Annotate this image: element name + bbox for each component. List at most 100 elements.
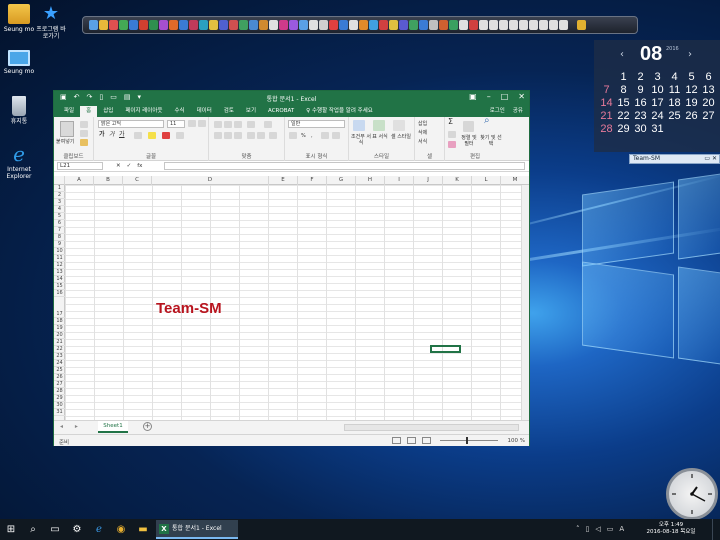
format-as-table-button[interactable]: 표 서식: [371, 134, 389, 140]
horizontal-scrollbar[interactable]: [344, 424, 519, 431]
grow-font-icon[interactable]: [188, 120, 196, 127]
column-header[interactable]: K: [443, 176, 472, 185]
tray-overflow-icon[interactable]: ˄: [576, 525, 580, 533]
format-cells-button[interactable]: 서식: [418, 139, 427, 145]
launcher-app-icon[interactable]: [119, 20, 128, 30]
name-box[interactable]: L21: [57, 162, 103, 170]
column-header[interactable]: H: [356, 176, 385, 185]
ribbon-display-icon[interactable]: ▣: [469, 92, 477, 101]
next-month-icon[interactable]: ›: [688, 49, 692, 60]
phonetic-icon[interactable]: [176, 132, 184, 139]
launcher-app-icon[interactable]: [389, 20, 398, 30]
row-header[interactable]: 23: [54, 353, 65, 360]
bold-icon[interactable]: 가: [99, 132, 105, 138]
calendar-day[interactable]: 24: [649, 109, 666, 122]
orientation-icon[interactable]: [247, 121, 255, 128]
launcher-app-icon[interactable]: [399, 20, 408, 30]
shrink-font-icon[interactable]: [198, 120, 206, 127]
launcher-app-icon[interactable]: [577, 20, 586, 30]
team-sm-cell-text[interactable]: Team-SM: [156, 300, 222, 317]
calendar-day[interactable]: [666, 122, 683, 135]
row-header[interactable]: 4: [54, 206, 65, 213]
tab-file[interactable]: 파일: [58, 106, 80, 117]
file-explorer-icon[interactable]: ▬: [136, 523, 150, 536]
clear-icon[interactable]: [448, 141, 456, 148]
launcher-app-icon[interactable]: [139, 20, 148, 30]
calendar-day[interactable]: 15: [615, 96, 632, 109]
accounting-format-icon[interactable]: [289, 132, 297, 139]
zoom-slider[interactable]: [434, 437, 504, 444]
paste-button[interactable]: 붙여넣기: [56, 139, 74, 145]
row-header[interactable]: 6: [54, 220, 65, 227]
calendar-day[interactable]: 27: [700, 109, 717, 122]
launcher-app-icon[interactable]: [439, 20, 448, 30]
row-header[interactable]: 2: [54, 192, 65, 199]
sheet-nav-arrows[interactable]: ◂ ▸: [60, 423, 83, 430]
ime-indicator[interactable]: A: [619, 525, 624, 533]
row-header[interactable]: 20: [54, 332, 65, 339]
desktop-icon-ie[interactable]: e Internet Explorer: [2, 144, 36, 180]
launcher-app-icon[interactable]: [459, 20, 468, 30]
row-header[interactable]: 12: [54, 262, 65, 269]
column-header[interactable]: J: [414, 176, 443, 185]
launcher-app-icon[interactable]: [269, 20, 278, 30]
copy-icon[interactable]: [80, 130, 88, 137]
settings-gear-icon[interactable]: ⚙: [70, 523, 84, 536]
page-break-view-icon[interactable]: [422, 437, 431, 444]
network-icon[interactable]: ▯: [586, 525, 590, 533]
column-header[interactable]: F: [298, 176, 327, 185]
sort-filter-icon[interactable]: [463, 121, 474, 132]
calendar-day[interactable]: 30: [632, 122, 649, 135]
column-header[interactable]: E: [269, 176, 298, 185]
launcher-app-icon[interactable]: [149, 20, 158, 30]
calendar-day[interactable]: 1: [615, 70, 632, 83]
taskbar-clock[interactable]: 오후 1:49 2016-08-18 목요일: [640, 522, 702, 536]
normal-view-icon[interactable]: [392, 437, 401, 444]
tab-data[interactable]: 데이터: [191, 106, 218, 117]
launcher-app-icon[interactable]: [359, 20, 368, 30]
row-header[interactable]: 16: [54, 290, 65, 297]
row-header[interactable]: 11: [54, 255, 65, 262]
calendar-day[interactable]: 11: [666, 83, 683, 96]
increase-indent-icon[interactable]: [257, 132, 265, 139]
tab-page-layout[interactable]: 페이지 레이아웃: [119, 106, 168, 117]
chrome-icon[interactable]: ◉: [114, 523, 128, 536]
tab-insert[interactable]: 삽입: [97, 106, 119, 117]
align-left-icon[interactable]: [214, 132, 222, 139]
calendar-day[interactable]: [683, 122, 700, 135]
calendar-day[interactable]: 10: [649, 83, 666, 96]
delete-cells-button[interactable]: 삭제: [418, 130, 427, 136]
align-middle-icon[interactable]: [224, 121, 232, 128]
row-header[interactable]: 10: [54, 248, 65, 255]
row-header[interactable]: 22: [54, 346, 65, 353]
launcher-app-icon[interactable]: [429, 20, 438, 30]
insert-function-icon[interactable]: fx: [137, 163, 142, 169]
row-header[interactable]: 31: [54, 409, 65, 416]
launcher-app-icon[interactable]: [529, 20, 538, 30]
search-icon[interactable]: ⌕: [26, 523, 40, 536]
sign-in-link[interactable]: 로그인: [490, 106, 505, 114]
zoom-level[interactable]: 100 %: [508, 438, 525, 444]
comma-style-icon[interactable]: ,: [311, 133, 313, 139]
italic-icon[interactable]: 가: [109, 132, 115, 138]
internet-explorer-icon[interactable]: e: [92, 523, 106, 536]
sheet-tab-sheet1[interactable]: Sheet1: [98, 421, 128, 433]
launcher-app-icon[interactable]: [169, 20, 178, 30]
calendar-day[interactable]: 16: [632, 96, 649, 109]
launcher-app-icon[interactable]: [279, 20, 288, 30]
tell-me-search[interactable]: ♀ 수행할 작업을 알려 주세요: [300, 106, 379, 117]
active-cell-l21[interactable]: [430, 345, 461, 353]
decrease-decimal-icon[interactable]: [332, 132, 340, 139]
find-select-icon[interactable]: ⌕: [484, 116, 490, 126]
launcher-app-icon[interactable]: [309, 20, 318, 30]
calendar-day[interactable]: 12: [683, 83, 700, 96]
launcher-app-icon[interactable]: [249, 20, 258, 30]
border-icon[interactable]: [134, 132, 142, 139]
launcher-app-icon[interactable]: [419, 20, 428, 30]
page-layout-view-icon[interactable]: [407, 437, 416, 444]
calendar-day[interactable]: 8: [615, 83, 632, 96]
launcher-app-icon[interactable]: [259, 20, 268, 30]
notification-icon[interactable]: ▭: [607, 525, 614, 533]
column-header[interactable]: A: [65, 176, 94, 185]
format-painter-icon[interactable]: [80, 139, 88, 146]
